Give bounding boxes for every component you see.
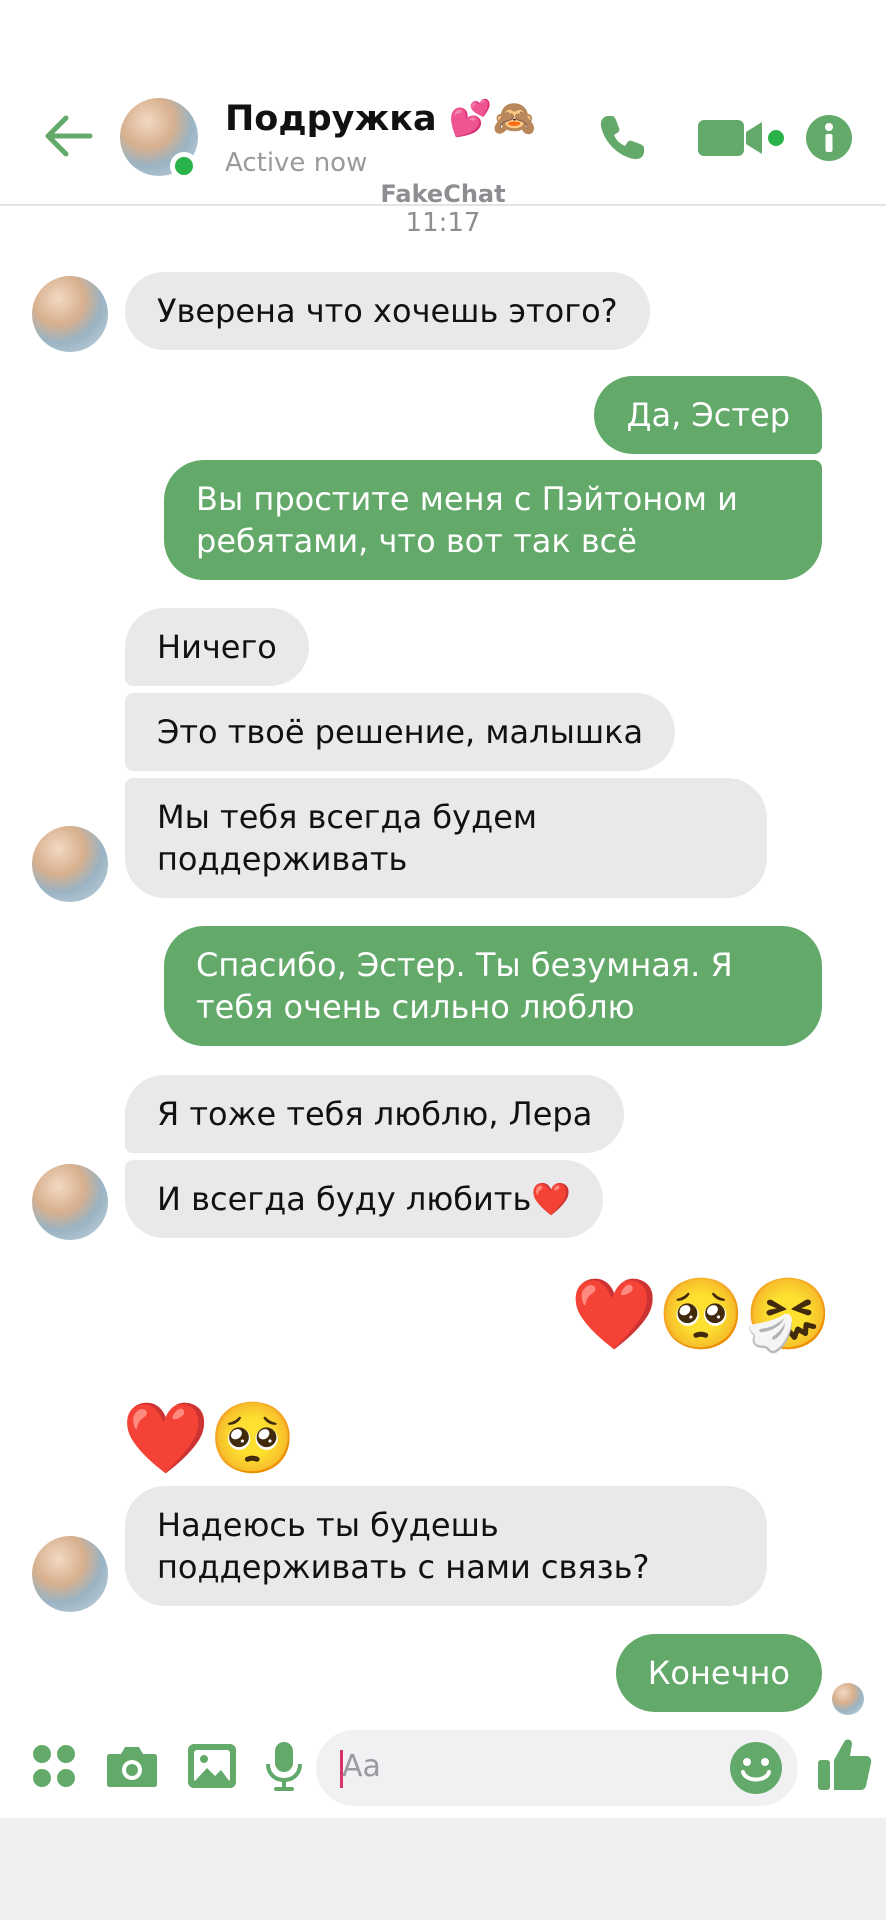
emoji-message[interactable]: ❤️🥺 xyxy=(122,1394,296,1482)
outgoing-message[interactable]: Вы простите меня с Пэйтоном и ребятами, … xyxy=(164,460,822,580)
outgoing-message[interactable]: Конечно xyxy=(615,1634,822,1712)
sender-avatar[interactable] xyxy=(32,826,108,902)
phone-icon[interactable] xyxy=(594,110,650,166)
incoming-message[interactable]: И всегда буду любить❤️ xyxy=(125,1160,604,1238)
online-indicator xyxy=(170,152,198,180)
microphone-icon[interactable] xyxy=(256,1738,312,1794)
watermark: FakeChat xyxy=(380,180,506,208)
info-icon[interactable] xyxy=(805,114,853,162)
outgoing-message[interactable]: Да, Эстер xyxy=(594,376,822,454)
message-timestamp: 11:17 xyxy=(405,208,481,238)
system-navigation-area xyxy=(0,1818,886,1920)
sender-avatar[interactable] xyxy=(32,276,108,352)
apps-grid-icon[interactable] xyxy=(26,1738,82,1794)
video-camera-icon[interactable] xyxy=(696,116,786,160)
message-composer: Aa xyxy=(0,1718,886,1818)
incoming-message[interactable]: Мы тебя всегда будем поддерживать xyxy=(125,778,767,898)
outgoing-message[interactable]: Спасибо, Эстер. Ты безумная. Я тебя очен… xyxy=(164,926,822,1046)
input-placeholder: Aa xyxy=(342,1749,381,1784)
emoji-smile-icon[interactable] xyxy=(728,1740,784,1796)
read-receipt-avatar xyxy=(832,1683,864,1715)
message-input[interactable]: Aa xyxy=(316,1730,798,1806)
incoming-message[interactable]: Я тоже тебя люблю, Лера xyxy=(125,1075,625,1153)
sender-avatar[interactable] xyxy=(32,1536,108,1612)
sender-avatar[interactable] xyxy=(32,1164,108,1240)
contact-name[interactable]: Подружка 💕🙈 xyxy=(225,98,536,139)
thumbs-up-icon[interactable] xyxy=(814,1734,874,1794)
image-icon[interactable] xyxy=(184,1738,240,1794)
camera-icon[interactable] xyxy=(104,1738,160,1794)
incoming-message[interactable]: Это твоё решение, малышка xyxy=(125,693,676,771)
chat-header: Подружка 💕🙈 Active now xyxy=(0,0,886,206)
emoji-message[interactable]: ❤️🥺🤧 xyxy=(571,1270,832,1358)
incoming-message[interactable]: Уверена что хочешь этого? xyxy=(125,272,650,350)
contact-status: Active now xyxy=(225,148,368,178)
incoming-message[interactable]: Ничего xyxy=(125,608,309,686)
back-arrow-icon[interactable] xyxy=(40,108,96,164)
incoming-message[interactable]: Надеюсь ты будешь поддерживать с нами св… xyxy=(125,1486,767,1606)
